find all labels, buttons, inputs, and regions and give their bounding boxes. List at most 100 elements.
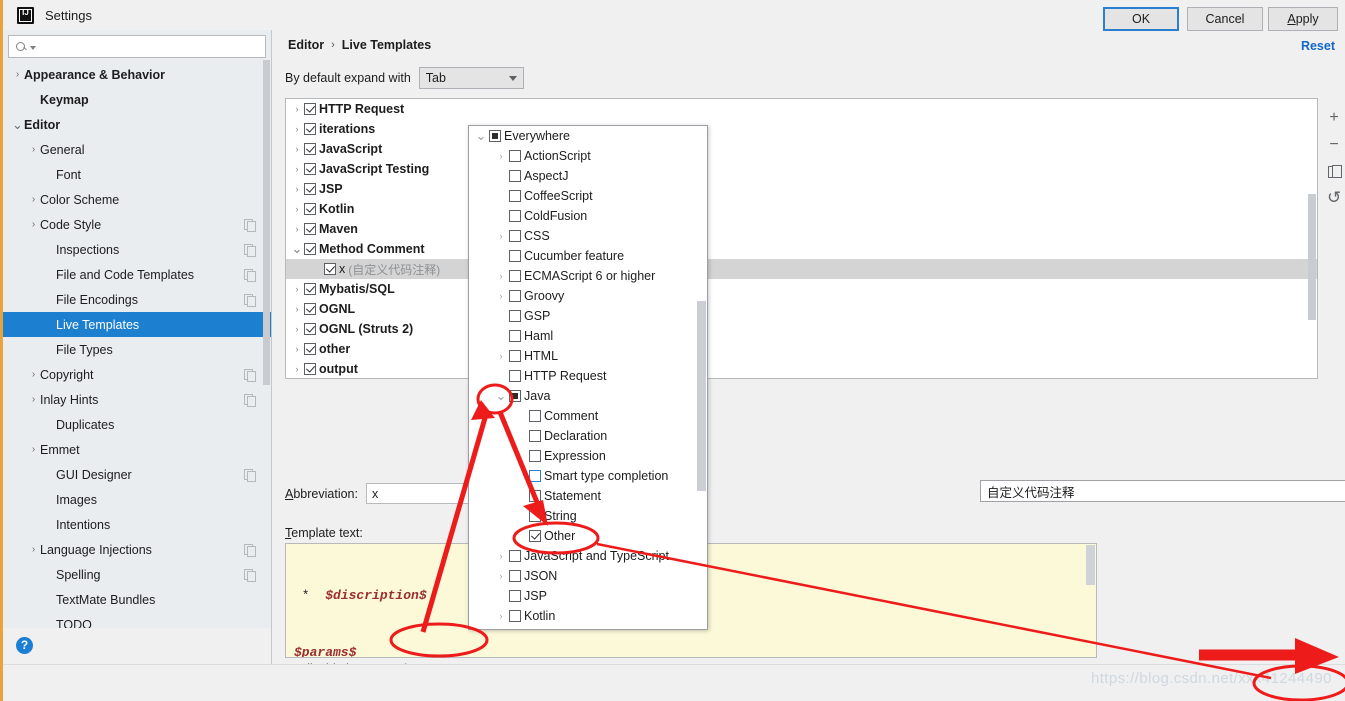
sidebar-item-gui-designer[interactable]: GUI Designer	[3, 462, 271, 487]
chevron-right-icon[interactable]: ›	[27, 544, 40, 555]
chevron-right-icon[interactable]: ›	[290, 224, 304, 234]
chevron-right-icon[interactable]: ›	[11, 69, 24, 80]
context-checkbox[interactable]	[509, 590, 521, 602]
sidebar-tree[interactable]: › Appearance & Behavior Keymap ⌄ Editor › Gene…	[3, 62, 271, 649]
chevron-right-icon[interactable]: ›	[290, 144, 304, 154]
add-template-button[interactable]: +	[1322, 104, 1345, 131]
sidebar-item-inspections[interactable]: Inspections	[3, 237, 271, 262]
context-popup-row[interactable]: › HTML	[469, 346, 707, 366]
context-checkbox[interactable]	[509, 230, 521, 242]
copy-settings-icon[interactable]	[244, 369, 256, 382]
context-popup-row[interactable]: AspectJ	[469, 166, 707, 186]
chevron-right-icon[interactable]: ›	[290, 204, 304, 214]
chevron-right-icon[interactable]: ›	[27, 369, 40, 380]
chevron-down-icon[interactable]: ⌄	[11, 118, 24, 131]
template-group-checkbox[interactable]	[304, 303, 316, 315]
template-group-row[interactable]: › other	[286, 339, 1317, 359]
context-checkbox[interactable]	[509, 570, 521, 582]
revert-template-button[interactable]	[1322, 185, 1345, 212]
chevron-right-icon[interactable]: ›	[290, 344, 304, 354]
template-group-checkbox[interactable]	[304, 163, 316, 175]
context-checkbox[interactable]	[509, 290, 521, 302]
apply-button[interactable]: Apply	[1268, 7, 1338, 31]
context-language-popup[interactable]: ⌄ Everywhere › ActionScript AspectJ CoffeeScr…	[468, 125, 708, 630]
sidebar-item-inlay-hints[interactable]: › Inlay Hints	[3, 387, 271, 412]
template-group-checkbox[interactable]	[304, 243, 316, 255]
context-checkbox[interactable]	[509, 190, 521, 202]
chevron-right-icon[interactable]: ›	[27, 194, 40, 205]
context-popup-row[interactable]: JSP	[469, 586, 707, 606]
chevron-right-icon[interactable]: ›	[493, 231, 509, 241]
template-group-row[interactable]: › OGNL	[286, 299, 1317, 319]
remove-template-button[interactable]: −	[1322, 131, 1345, 158]
template-group-checkbox[interactable]	[324, 263, 336, 275]
context-checkbox[interactable]	[509, 250, 521, 262]
template-group-row[interactable]: › HTTP Request	[286, 99, 1317, 119]
context-popup-row[interactable]: Statement	[469, 486, 707, 506]
context-checkbox[interactable]	[529, 490, 541, 502]
context-popup-row[interactable]: Other	[469, 526, 707, 546]
context-checkbox[interactable]	[509, 150, 521, 162]
chevron-right-icon[interactable]: ›	[493, 151, 509, 161]
template-group-checkbox[interactable]	[304, 183, 316, 195]
chevron-right-icon[interactable]: ›	[290, 324, 304, 334]
template-group-checkbox[interactable]	[304, 343, 316, 355]
context-popup-row[interactable]: Comment	[469, 406, 707, 426]
template-group-row[interactable]: x (自定义代码注释)	[286, 259, 1317, 279]
breadcrumb-item-editor[interactable]: Editor	[288, 38, 324, 52]
template-group-checkbox[interactable]	[304, 203, 316, 215]
sidebar-item-editor[interactable]: ⌄ Editor	[3, 112, 271, 137]
template-group-row[interactable]: › iterations	[286, 119, 1317, 139]
context-popup-row[interactable]: GSP	[469, 306, 707, 326]
chevron-right-icon[interactable]: ›	[290, 284, 304, 294]
context-popup-row[interactable]: String	[469, 506, 707, 526]
template-group-checkbox[interactable]	[304, 123, 316, 135]
template-group-checkbox[interactable]	[304, 103, 316, 115]
context-popup-row[interactable]: Haml	[469, 326, 707, 346]
templates-tree-scrollbar[interactable]	[1308, 194, 1316, 320]
template-group-row[interactable]: › Maven	[286, 219, 1317, 239]
template-group-checkbox[interactable]	[304, 283, 316, 295]
chevron-right-icon[interactable]: ›	[27, 219, 40, 230]
template-editor-scrollbar[interactable]	[1086, 545, 1095, 585]
templates-tree-panel[interactable]: › HTTP Request › iterations › JavaScript › Java…	[285, 98, 1318, 379]
context-checkbox[interactable]	[489, 130, 501, 142]
sidebar-item-file-and-code-templates[interactable]: File and Code Templates	[3, 262, 271, 287]
copy-settings-icon[interactable]	[244, 544, 256, 557]
context-checkbox[interactable]	[529, 410, 541, 422]
context-checkbox[interactable]	[529, 470, 541, 482]
template-group-checkbox[interactable]	[304, 143, 316, 155]
chevron-right-icon[interactable]: ›	[290, 164, 304, 174]
template-group-row[interactable]: › OGNL (Struts 2)	[286, 319, 1317, 339]
sidebar-item-keymap[interactable]: Keymap	[3, 87, 271, 112]
context-popup-row[interactable]: Expression	[469, 446, 707, 466]
description-input[interactable]: 自定义代码注释	[980, 480, 1345, 502]
context-popup-row[interactable]: Declaration	[469, 426, 707, 446]
sidebar-item-live-templates[interactable]: Live Templates	[3, 312, 271, 337]
context-popup-row[interactable]: Smart type completion	[469, 466, 707, 486]
sidebar-item-file-encodings[interactable]: File Encodings	[3, 287, 271, 312]
copy-settings-icon[interactable]	[244, 269, 256, 282]
search-input[interactable]	[36, 38, 265, 55]
context-checkbox[interactable]	[529, 450, 541, 462]
ok-button[interactable]: OK	[1103, 7, 1179, 31]
context-popup-row[interactable]: Cucumber feature	[469, 246, 707, 266]
chevron-right-icon[interactable]: ›	[493, 611, 509, 621]
default-expand-select[interactable]: Tab	[418, 67, 524, 89]
context-checkbox[interactable]	[509, 330, 521, 342]
chevron-right-icon[interactable]: ›	[493, 551, 509, 561]
popup-scrollbar[interactable]	[697, 301, 706, 491]
context-checkbox[interactable]	[509, 350, 521, 362]
context-popup-row[interactable]: › ECMAScript 6 or higher	[469, 266, 707, 286]
sidebar-item-appearance-behavior[interactable]: › Appearance & Behavior	[3, 62, 271, 87]
context-popup-row[interactable]: › Kotlin	[469, 606, 707, 626]
breadcrumb-item-live-templates[interactable]: Live Templates	[342, 38, 431, 52]
copy-settings-icon[interactable]	[244, 569, 256, 582]
template-group-row[interactable]: › JavaScript	[286, 139, 1317, 159]
sidebar-item-spelling[interactable]: Spelling	[3, 562, 271, 587]
template-group-checkbox[interactable]	[304, 323, 316, 335]
search-box[interactable]	[8, 35, 266, 58]
template-group-row[interactable]: › output	[286, 359, 1317, 378]
context-checkbox[interactable]	[509, 550, 521, 562]
chevron-right-icon[interactable]: ›	[290, 184, 304, 194]
